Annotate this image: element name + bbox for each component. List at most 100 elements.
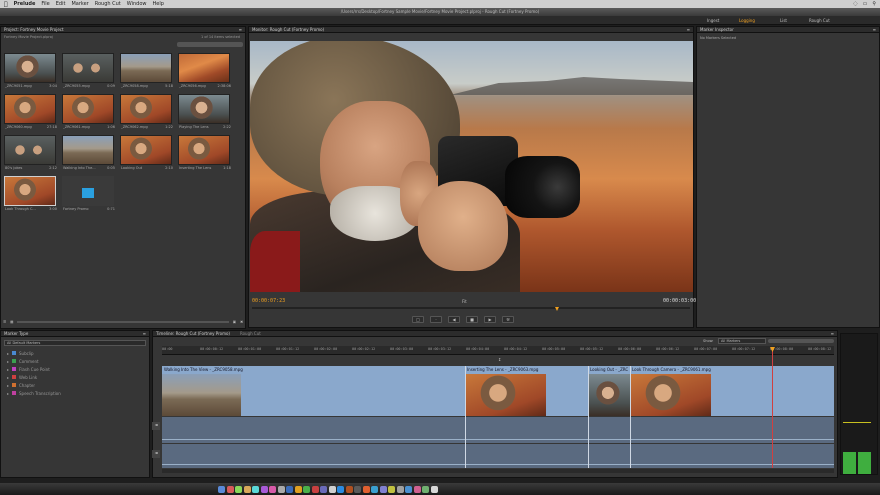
dock-app-icon[interactable] [337, 486, 344, 493]
project-item-thumbnail[interactable] [62, 135, 114, 165]
timeline-tab-rough-cut[interactable]: Rough Cut [240, 331, 261, 336]
project-panel-tab[interactable]: Project: Fortney Movie Project ≡ [1, 27, 245, 33]
zoom-slider[interactable] [17, 321, 229, 323]
dock-app-icon[interactable] [379, 486, 387, 493]
monitor-current-timecode[interactable]: 00:00:07:23 [252, 298, 285, 304]
project-item[interactable]: Fortney Promo 0:71 [62, 176, 116, 215]
dock-app-icon[interactable] [371, 486, 378, 493]
dock-app-icon[interactable] [311, 486, 319, 493]
dock-app-icon[interactable] [396, 486, 404, 493]
clip-thumb-4[interactable] [631, 374, 711, 416]
menu-window[interactable]: Window [127, 1, 147, 7]
disclosure-icon[interactable]: ▸ [7, 359, 9, 364]
dock-app-icon[interactable] [405, 486, 412, 493]
project-item-thumbnail[interactable] [120, 94, 172, 124]
snap-icon[interactable]: ↕ [498, 357, 501, 362]
dock-app-icon[interactable] [218, 486, 225, 493]
dock-app-icon[interactable] [303, 486, 310, 493]
disclosure-icon[interactable]: ▸ [7, 383, 9, 388]
project-item[interactable]: _ZRC9056.mpg 2:38:06 [178, 53, 232, 92]
clip-thumb-3[interactable] [589, 374, 631, 416]
timeline-ruler[interactable]: 00:00 00:00:00:12 00:00:01:00 00:00:01:12 00… [162, 346, 834, 355]
project-item[interactable]: _ZRC9060.mpg 27:18 [4, 94, 58, 133]
settings-button[interactable]: ⚒ [502, 316, 514, 323]
dock-app-icon[interactable] [328, 486, 336, 493]
dock-app-icon[interactable] [269, 486, 276, 493]
monitor-zoom-select[interactable]: Fit [462, 299, 467, 304]
apple-icon[interactable]:  [4, 1, 8, 8]
stop-button[interactable]: ■ [466, 316, 478, 323]
timeline-scrollbar[interactable] [162, 469, 834, 473]
spotlight-icon[interactable]: ⚲ [872, 1, 876, 7]
project-item-thumbnail[interactable] [120, 135, 172, 165]
menu-marker[interactable]: Marker [71, 1, 88, 7]
menu-help[interactable]: Help [152, 1, 163, 7]
project-item-thumbnail[interactable] [4, 135, 56, 165]
dock-app-icon[interactable] [252, 486, 259, 493]
marker-type-tab[interactable]: Marker Type ≡ [1, 331, 149, 337]
marker-type-item[interactable]: ▸ Chapter [1, 381, 149, 389]
project-item[interactable]: 80's jokes 2:12 [4, 135, 58, 174]
disclosure-icon[interactable]: ▸ [7, 351, 9, 356]
project-item[interactable]: Walking Into The... 0:05 [62, 135, 116, 174]
menu-app[interactable]: Prelude [14, 1, 36, 7]
project-item[interactable]: Playing The Lens 2:22 [178, 94, 232, 133]
dock-app-icon[interactable] [413, 486, 421, 493]
marker-type-item[interactable]: ▸ Speech Transcription [1, 389, 149, 397]
marker-type-item[interactable]: ▸ Subclip [1, 349, 149, 357]
panel-menu-icon[interactable]: ≡ [239, 27, 242, 33]
project-item-thumbnail[interactable] [62, 94, 114, 124]
delete-icon[interactable]: ✖ [240, 320, 243, 324]
dock-app-icon[interactable] [235, 486, 242, 493]
project-item[interactable]: Looking Out 2:10 [120, 135, 174, 174]
dock-app-icon[interactable] [294, 486, 302, 493]
icon-view-icon[interactable]: ▦ [10, 320, 13, 324]
dock-app-icon[interactable] [422, 486, 429, 493]
dock-app-icon[interactable] [277, 486, 285, 493]
disclosure-icon[interactable]: ▸ [7, 367, 9, 372]
project-item[interactable]: _ZRC9062.mpg 1:22 [120, 94, 174, 133]
project-item-thumbnail[interactable] [4, 53, 56, 83]
project-item-thumbnail[interactable] [120, 53, 172, 83]
project-search-input[interactable] [177, 42, 243, 47]
inspector-tab[interactable]: Marker Inspector ≡ [697, 27, 879, 33]
project-item-thumbnail[interactable] [178, 94, 230, 124]
battery-icon[interactable]: ▭ [863, 1, 868, 7]
dock-app-icon[interactable] [260, 486, 268, 493]
panel-menu-icon[interactable]: ≡ [831, 331, 834, 337]
step-back-button[interactable]: ◀ [448, 316, 460, 323]
new-folder-icon[interactable]: ▣ [233, 320, 236, 324]
dock-app-icon[interactable] [430, 486, 438, 493]
menu-rough-cut[interactable]: Rough Cut [95, 1, 121, 7]
project-item-thumbnail[interactable] [62, 176, 114, 206]
marker-type-item[interactable]: ▸ Web Link [1, 373, 149, 381]
marker-type-item[interactable]: ▸ Flash Cue Point [1, 365, 149, 373]
audio-2-speaker-icon[interactable]: ◄ [152, 450, 160, 458]
monitor-scrubber[interactable] [252, 307, 690, 309]
step-forward-button[interactable]: ▶ [484, 316, 496, 323]
dock-app-icon[interactable] [243, 486, 251, 493]
project-item-thumbnail[interactable] [178, 135, 230, 165]
workspace-list[interactable]: List [776, 17, 791, 24]
dock-app-icon[interactable] [286, 486, 293, 493]
project-item[interactable]: Inserting The Lens 1:18 [178, 135, 232, 174]
workspace-logging[interactable]: Logging [735, 17, 759, 24]
dock-app-icon[interactable] [354, 486, 361, 493]
dock-app-icon[interactable] [320, 486, 327, 493]
workspace-rough-cut[interactable]: Rough Cut [805, 17, 834, 24]
dock-app-icon[interactable] [388, 486, 395, 493]
list-view-icon[interactable]: ☰ [3, 320, 6, 324]
show-markers-dropdown[interactable]: All Markers [718, 338, 766, 344]
panel-menu-icon[interactable]: ≡ [873, 27, 876, 33]
disclosure-icon[interactable]: ▸ [7, 391, 9, 396]
clip-thumb-2[interactable] [466, 374, 546, 416]
workspace-ingest[interactable]: Ingest [703, 17, 723, 24]
dock-app-icon[interactable] [362, 486, 370, 493]
dock-app-icon[interactable] [345, 486, 353, 493]
menu-file[interactable]: File [41, 1, 49, 7]
marker-type-item[interactable]: ▸ Comment [1, 357, 149, 365]
audio-track-2[interactable] [162, 444, 834, 468]
panel-menu-icon[interactable]: ≡ [687, 27, 690, 33]
monitor-tab[interactable]: Monitor: Rough Cut (Fortney Promo) ≡ [249, 27, 693, 33]
project-item[interactable]: _ZRC9055.mpg 0:09 [62, 53, 116, 92]
